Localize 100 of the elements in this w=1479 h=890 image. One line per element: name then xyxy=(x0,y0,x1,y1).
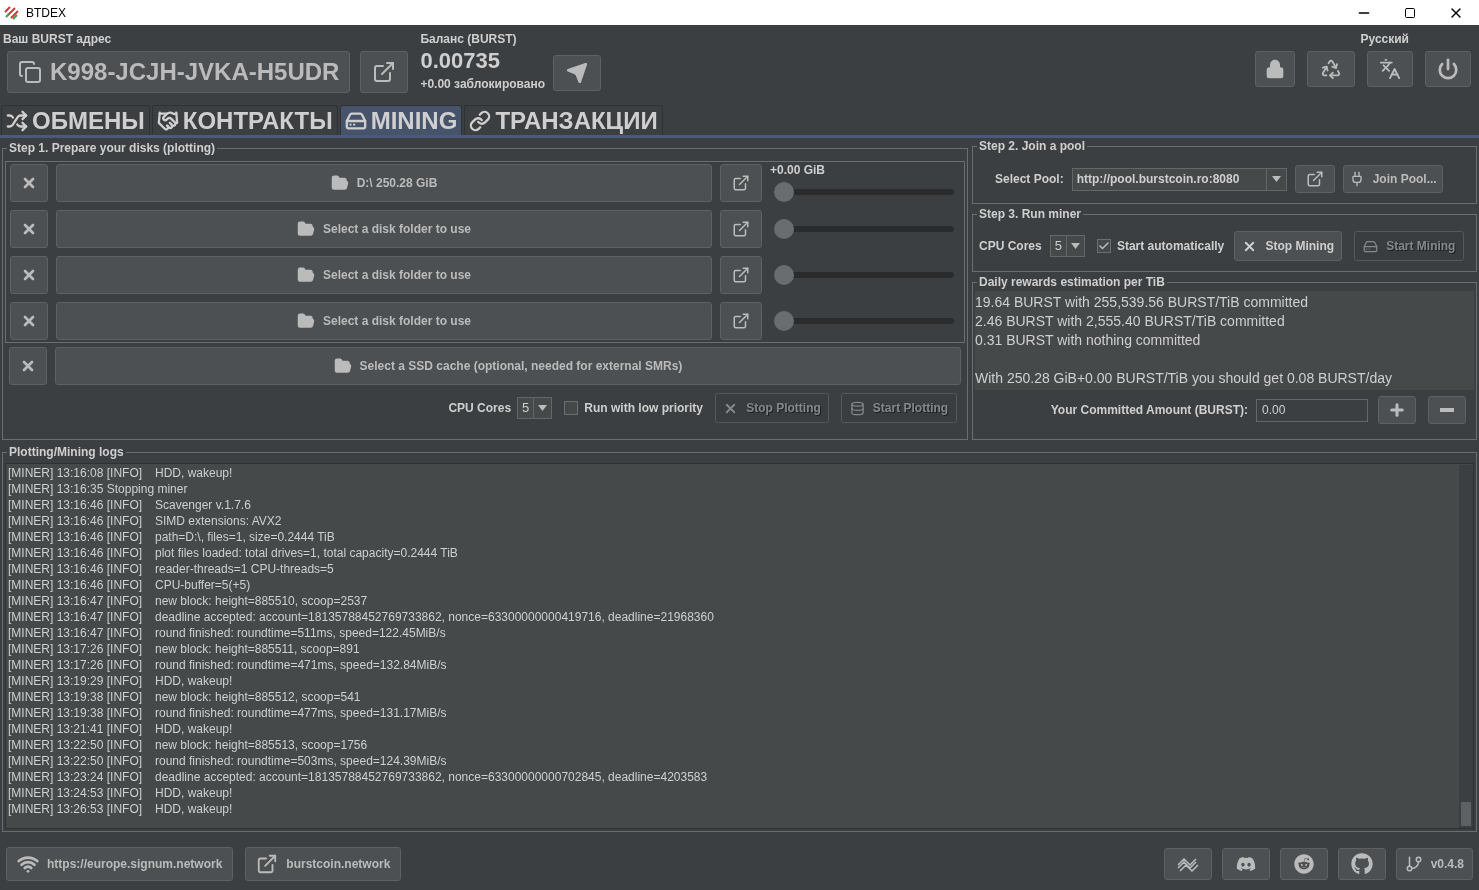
folder-icon xyxy=(330,174,349,192)
open-link-button[interactable] xyxy=(360,51,409,93)
cpu-cores-dropdown[interactable]: 5 xyxy=(517,397,553,419)
lock-button[interactable] xyxy=(1255,51,1295,87)
external-link-icon xyxy=(732,266,750,284)
external-link-icon xyxy=(372,60,397,84)
minus-icon xyxy=(1440,408,1454,412)
slider-thumb[interactable] xyxy=(774,265,794,285)
tab[interactable]: КОНТРАКТЫ xyxy=(151,105,338,135)
checkbox[interactable] xyxy=(564,401,579,415)
slider-thumb[interactable] xyxy=(774,311,794,331)
log-prefix: [MINER] 13:16:46 [INFO] xyxy=(8,497,144,513)
open-folder-button[interactable] xyxy=(720,210,762,248)
window-title: BTDEX xyxy=(26,4,66,22)
checkbox[interactable] xyxy=(1096,239,1111,253)
caret-icon xyxy=(538,405,548,411)
slider-thumb[interactable] xyxy=(774,219,794,239)
log-prefix: [MINER] 13:16:46 [INFO] xyxy=(8,577,144,593)
github-button[interactable] xyxy=(1337,848,1386,880)
log-message: HDD, wakeup! xyxy=(155,801,233,817)
language-label: Русский xyxy=(1360,32,1409,47)
log-message: round finished: roundtime=511ms, speed=122.45MiB/s xyxy=(155,625,446,641)
remove-cache-button[interactable] xyxy=(9,347,47,385)
log-prefix: [MINER] 13:16:46 [INFO] xyxy=(8,513,144,529)
open-pool-button[interactable] xyxy=(1294,165,1335,193)
pool-dropdown[interactable]: http://pool.burstcoin.ro:8080 xyxy=(1071,167,1287,191)
slider[interactable] xyxy=(774,182,954,202)
log-prefix: [MINER] 13:16:47 [INFO] xyxy=(8,609,144,625)
discord-button[interactable] xyxy=(1221,848,1270,880)
open-folder-button[interactable] xyxy=(720,302,762,340)
slider[interactable] xyxy=(774,265,954,285)
close-icon xyxy=(21,221,37,237)
cpu-cores-dropdown[interactable]: 5 xyxy=(1049,235,1085,257)
tab[interactable]: MINING xyxy=(339,105,463,135)
translate-icon xyxy=(1379,58,1401,80)
reddit-button[interactable] xyxy=(1279,848,1328,880)
remove-disk-button[interactable] xyxy=(10,256,48,294)
lock-icon xyxy=(1265,59,1285,79)
checkbox-label: Start automatically xyxy=(1116,238,1225,255)
log-message: HDD, wakeup! xyxy=(155,673,233,689)
close-icon xyxy=(20,358,36,374)
disk-folder-button[interactable]: D:\ 250.28 GiB xyxy=(56,164,712,202)
maximize-icon[interactable] xyxy=(1404,6,1416,19)
shuffle-icon xyxy=(6,109,28,132)
join-pool-button[interactable]: Join Pool... xyxy=(1342,165,1443,193)
rewards-line: 19.64 BURST with 255,539.56 BURST/TiB committed xyxy=(975,293,1310,312)
log-message: new block: height=885512, scoop=541 xyxy=(155,689,361,705)
log-message: HDD, wakeup! xyxy=(155,785,233,801)
action-button[interactable]: Stop Mining xyxy=(1234,231,1343,261)
committed-amount-field[interactable]: 0.00 xyxy=(1256,398,1368,422)
log-message: new block: height=885511, scoop=891 xyxy=(155,641,360,657)
log-prefix: [MINER] 13:24:53 [INFO] xyxy=(8,785,144,801)
log-message: HDD, wakeup! xyxy=(155,721,233,737)
pool-label: Select Pool: xyxy=(995,171,1064,188)
open-folder-button[interactable] xyxy=(720,164,762,202)
remove-disk-button[interactable] xyxy=(10,210,48,248)
external-link-icon xyxy=(256,853,279,875)
disk-folder-button[interactable]: Select a disk folder to use xyxy=(56,210,712,248)
rewards-line: With 250.28 GiB+0.00 BURST/TiB you should get 0.08 BURST/day xyxy=(975,369,1393,388)
log-prefix: [MINER] 13:19:38 [INFO] xyxy=(8,689,144,705)
wave-logo-button[interactable] xyxy=(1163,848,1212,880)
decrease-button[interactable] xyxy=(1428,396,1466,424)
folder-icon xyxy=(333,357,352,375)
open-folder-button[interactable] xyxy=(720,256,762,294)
wifi-icon xyxy=(17,853,39,875)
language-button[interactable] xyxy=(1367,51,1413,87)
locked-balance: +0.00 заблокировано xyxy=(420,76,545,93)
node-link-button[interactable]: https://europe.signum.network xyxy=(6,847,234,881)
log-prefix: [MINER] 13:19:38 [INFO] xyxy=(8,705,144,721)
log-prefix: [MINER] 13:21:41 [INFO] xyxy=(8,721,144,737)
group-title: Daily rewards estimation per TiB xyxy=(977,274,1167,290)
database-icon xyxy=(849,400,865,416)
version-button[interactable]: v0.4.8 xyxy=(1395,848,1473,880)
disk-folder-button[interactable]: Select a disk folder to use xyxy=(56,256,712,294)
disk-folder-button[interactable]: Select a disk folder to use xyxy=(56,302,712,340)
slider-thumb[interactable] xyxy=(774,182,794,202)
tab[interactable]: ТРАНЗАКЦИИ xyxy=(464,105,663,135)
slider[interactable] xyxy=(774,219,954,239)
external-link-icon xyxy=(1305,170,1324,188)
log-prefix: [MINER] 13:23:24 [INFO] xyxy=(8,769,144,785)
log-prefix: [MINER] 13:16:47 [INFO] xyxy=(8,593,144,609)
power-button[interactable] xyxy=(1425,51,1471,87)
log-prefix: [MINER] 13:17:26 [INFO] xyxy=(8,657,144,673)
send-button[interactable] xyxy=(553,55,601,91)
increase-button[interactable] xyxy=(1378,396,1416,424)
handshake-icon xyxy=(156,109,179,132)
log-message: new block: height=885513, scoop=1756 xyxy=(155,737,368,753)
group-title: Step 2. Join a pool xyxy=(977,138,1087,154)
address-copy-button[interactable]: K998-JCJH-JVKA-H5UDR xyxy=(7,51,351,93)
remove-disk-button[interactable] xyxy=(10,164,48,202)
balance-label: Баланс (BURST) xyxy=(420,32,518,47)
recycle-button[interactable] xyxy=(1307,51,1355,87)
log-message: deadline accepted: account=18135788452769733862, nonce=63300000000702845, deadline=4203583 xyxy=(155,769,708,785)
slider[interactable] xyxy=(774,311,954,331)
tab[interactable]: ОБМЕНЫ xyxy=(1,105,150,135)
log-prefix: [MINER] 13:19:29 [INFO] xyxy=(8,673,144,689)
ssd-cache-button[interactable]: Select a SSD cache (optional, needed for external SMRs) xyxy=(55,347,961,385)
website-link-button[interactable]: burstcoin.network xyxy=(245,847,402,881)
remove-disk-button[interactable] xyxy=(10,302,48,340)
plus-icon xyxy=(1388,401,1406,419)
